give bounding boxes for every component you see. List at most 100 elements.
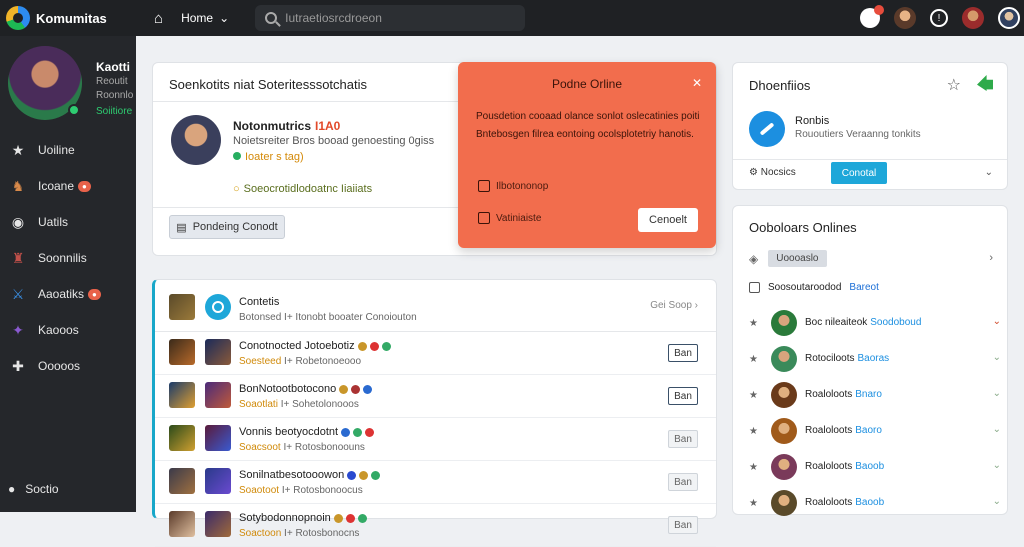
checkbox[interactable] — [749, 282, 760, 293]
search-bar[interactable] — [255, 5, 526, 31]
star-icon: ★ — [749, 390, 758, 401]
checkbox[interactable] — [478, 180, 490, 192]
table-row[interactable]: Vonnis beotyocdotnt Soacsoot I+ Rotosbon… — [155, 418, 716, 461]
home-dropdown[interactable]: Home ⌄ — [181, 11, 229, 25]
filter-chip[interactable]: Uoooaslo — [768, 250, 827, 267]
table-row[interactable]: Sonilnatbesotooowon Soaotoot I+ Rotosbon… — [155, 461, 716, 504]
online-status: Baoro — [855, 425, 882, 436]
row-name-text: BonNotootbotocono — [239, 383, 337, 395]
sidebar-item-heroes[interactable]: ♜ Soonnilis — [0, 240, 136, 276]
row-sub-a: Soaotoot — [239, 485, 280, 496]
emoji-icon — [365, 427, 375, 437]
notification-icon[interactable] — [860, 5, 884, 28]
row-sub-b: I+ Rotosbonoocus — [281, 485, 363, 496]
checkbox[interactable] — [478, 212, 490, 224]
avatar — [771, 382, 797, 408]
row-sub: Soacsoot I+ Rotosbonoouns — [239, 442, 365, 453]
user-avatar[interactable] — [998, 7, 1020, 29]
table-row[interactable]: BonNotootbotocono Soaotlati I+ Sohetolon… — [155, 375, 716, 418]
table-row[interactable]: Conotnocted Jotoebotiz Soesteed I+ Robet… — [155, 332, 716, 375]
chevron-down-icon[interactable]: ⌄ — [993, 388, 1001, 399]
sidebar-item-extras[interactable]: ✚ Ooooos — [0, 348, 136, 384]
home-icon[interactable]: ⌂ — [154, 10, 163, 27]
cancel-button[interactable]: Cenoelt — [638, 208, 698, 232]
row-sub-a: Soaotlati — [239, 399, 278, 410]
avatar[interactable] — [8, 46, 82, 120]
chevron-right-icon[interactable]: › — [989, 252, 993, 264]
online-name-text: Boc nileaiteok — [805, 317, 868, 328]
sidebar-item-mages[interactable]: ✦ Kaooos — [0, 312, 136, 348]
star-icon[interactable]: ☆ — [947, 75, 961, 95]
chevron-down-icon[interactable]: ⌄ — [993, 460, 1001, 471]
popup-option-label: Vatiniaiste — [496, 212, 542, 224]
table-row[interactable]: Sotybodonnopnoin Soactoon I+ Rotosbonocn… — [155, 504, 716, 547]
selector-row[interactable]: Soosoutaroodod Bareot — [749, 282, 879, 293]
search-input[interactable] — [285, 11, 506, 25]
online-name-text: Rotociloots — [805, 353, 855, 364]
sidebar-item-online[interactable]: ★ Uoiline — [0, 132, 136, 168]
chevron-down-icon[interactable]: ⌄ — [993, 316, 1001, 327]
list-item[interactable]: ★ Roaloloots Baoro ⌄ — [749, 414, 1001, 450]
friends-sub: Botonsed I+ Itonobt booater Conoiouton — [239, 312, 417, 323]
online-status: Baoob — [855, 497, 885, 508]
contact-button[interactable]: Conotal — [831, 162, 887, 184]
list-item[interactable]: ★ Boc nileaiteok Soodoboud ⌄ — [749, 306, 1001, 342]
ban-button[interactable]: Ban — [668, 430, 698, 448]
list-item[interactable]: ★ Roaloloots Baoob ⌄ — [749, 486, 1001, 522]
profile-name-text: Notonmutrics — [233, 119, 311, 133]
brand-icon — [749, 111, 785, 147]
row-sub-a: Soesteed — [239, 356, 282, 367]
sidebar-profile[interactable]: Kaotti Reoutit Roonnlo Soiitiore — [0, 36, 136, 132]
pending-contact-button[interactable]: ▤ Pondeing Conodt — [169, 215, 285, 239]
emoji-icon — [341, 427, 351, 437]
sidebar-item-label: Aaoatiks — [38, 287, 85, 301]
card-title: Dhoenfiios — [749, 78, 811, 93]
row-name-text: Sonilnatbesotooowon — [239, 469, 345, 481]
see-all-link[interactable]: Gei Soop › — [650, 300, 698, 311]
avatar[interactable] — [171, 115, 221, 165]
row-name-text: Sotybodonnopnoin — [239, 512, 331, 524]
sidebar-nav: ★ Uoiline ♞ Icoane ● ◉ Uatils ♜ Soonnilis ⚔ Aa… — [0, 132, 136, 384]
profile-name: Kaotti — [96, 60, 130, 74]
chevron-down-icon[interactable]: ⌄ — [993, 496, 1001, 507]
ban-button[interactable]: Ban — [668, 516, 698, 534]
divider — [733, 159, 1007, 160]
see-all-label: Gei Soop — [650, 300, 692, 311]
sidebar-item-attacks[interactable]: ⚔ Aaoatiks ● — [0, 276, 136, 312]
close-icon[interactable]: ✕ — [692, 76, 702, 90]
share-icon[interactable] — [977, 75, 993, 91]
ban-button[interactable]: Ban — [668, 344, 698, 362]
popup-option[interactable]: Ilbotononop — [478, 180, 548, 192]
chevron-down-icon[interactable]: ⌄ — [993, 352, 1001, 363]
avatar — [205, 468, 231, 494]
info-footer[interactable]: ⚙ Nocsics — [749, 167, 796, 178]
emoji-icon — [371, 470, 381, 480]
ban-button[interactable]: Ban — [668, 473, 698, 491]
settings-link[interactable]: ● Soctio — [8, 482, 59, 496]
sidebar-item-games[interactable]: ♞ Icoane ● — [0, 168, 136, 204]
star-icon: ★ — [11, 141, 25, 158]
list-item[interactable]: ★ Roaloloots Bnaro ⌄ — [749, 378, 1001, 414]
profile-line[interactable]: Soeocrotidlodoatnc Iiaiiats — [233, 183, 372, 195]
list-item[interactable]: ★ Rotociloots Baoras ⌄ — [749, 342, 1001, 378]
online-name-text: Roaloloots — [805, 497, 853, 508]
list-item[interactable]: ★ Roaloloots Baoob ⌄ — [749, 450, 1001, 486]
game-thumbnail — [169, 382, 195, 408]
popup-option[interactable]: Vatiniaiste — [478, 212, 541, 224]
circle-icon: ◉ — [11, 213, 25, 230]
brand[interactable]: Komumitas — [0, 6, 136, 30]
chevron-down-icon[interactable]: ⌄ — [993, 424, 1001, 435]
info-icon[interactable]: ! — [930, 9, 948, 27]
selector-link[interactable]: Bareot — [849, 282, 878, 293]
popup-body: Pousdetion cooaad olance sonlot oslecati… — [476, 111, 700, 140]
friend-avatar[interactable] — [962, 7, 984, 29]
row-name: Sonilnatbesotooowon — [239, 469, 381, 481]
ban-button[interactable]: Ban — [668, 387, 698, 405]
emoji-icon — [381, 341, 391, 351]
row-sub-b: I+ Sohetolonooos — [280, 399, 359, 410]
sidebar-item-stats[interactable]: ◉ Uatils — [0, 204, 136, 240]
friend-avatar[interactable] — [894, 7, 916, 29]
chevron-down-icon[interactable]: ⌄ — [985, 167, 993, 178]
friends-header: Contetis Botonsed I+ Itonobt booater Con… — [155, 280, 716, 332]
notification-dot — [874, 5, 884, 15]
